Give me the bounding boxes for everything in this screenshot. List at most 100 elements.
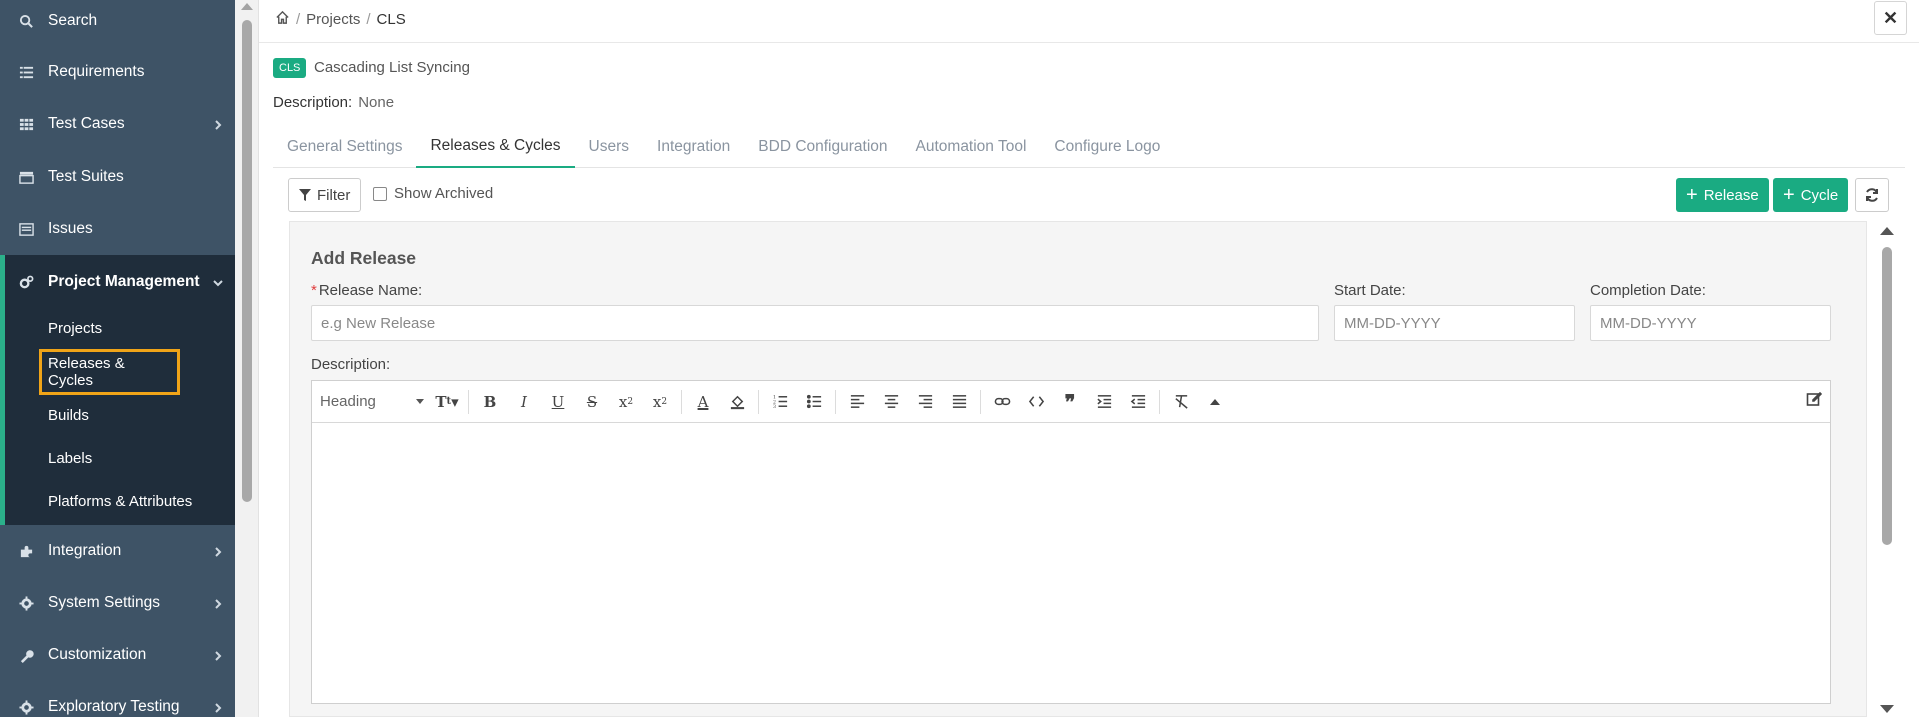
caret-down-icon <box>416 399 424 404</box>
breadcrumb-projects[interactable]: Projects <box>306 11 360 28</box>
release-name-label: * Release Name: <box>311 282 423 299</box>
grid-icon <box>18 116 34 132</box>
scrollbar-thumb[interactable] <box>242 20 252 502</box>
tab-general-settings[interactable]: General Settings <box>273 126 416 168</box>
scrollbar-thumb[interactable] <box>1882 247 1892 545</box>
completion-date-input[interactable]: MM-DD-YYYY <box>1590 305 1831 341</box>
sidebar-item-test-suites[interactable]: Test Suites <box>0 157 235 197</box>
outdent-icon[interactable] <box>1121 387 1155 417</box>
divider <box>259 42 1919 43</box>
blockquote-icon[interactable]: ❞ <box>1053 387 1087 417</box>
add-cycle-button[interactable]: + Cycle <box>1773 178 1849 212</box>
scroll-up-arrow[interactable] <box>1880 227 1894 235</box>
sidebar-item-test-cases[interactable]: Test Cases <box>0 104 235 144</box>
collapse-toolbar-icon[interactable] <box>1198 387 1232 417</box>
issues-icon <box>18 221 34 237</box>
clear-format-icon[interactable] <box>1164 387 1198 417</box>
bold-icon[interactable]: B <box>473 387 507 417</box>
font-size-icon[interactable]: Tt ▾ <box>430 387 464 417</box>
project-badge: CLS <box>273 58 307 78</box>
wrench-icon <box>18 647 34 663</box>
sidebar-item-issues[interactable]: Issues <box>0 209 235 249</box>
underline-icon[interactable]: U <box>541 387 575 417</box>
superscript-icon[interactable]: x2 <box>609 387 643 417</box>
submenu-item-builds[interactable]: Builds <box>48 407 89 424</box>
search-icon <box>18 13 34 29</box>
text-color-icon[interactable]: A <box>686 387 720 417</box>
sidebar-item-label: System Settings <box>48 594 160 611</box>
close-icon: ✕ <box>1882 7 1899 28</box>
completion-date-label: Completion Date: <box>1590 282 1706 299</box>
tab-configure-logo[interactable]: Configure Logo <box>1040 126 1174 168</box>
align-center-icon[interactable] <box>874 387 908 417</box>
chevron-right-icon <box>213 648 225 661</box>
submenu-item-labels[interactable]: Labels <box>48 450 92 467</box>
refresh-button[interactable] <box>1855 178 1889 212</box>
sidebar-item-system-settings[interactable]: System Settings <box>0 583 235 623</box>
show-archived-toggle[interactable]: Show Archived <box>373 185 493 202</box>
close-button[interactable]: ✕ <box>1874 1 1907 35</box>
sidebar-item-search[interactable]: Search <box>0 1 235 41</box>
sidebar-item-exploratory-testing[interactable]: Exploratory Testing <box>0 687 235 717</box>
refresh-icon <box>1866 188 1878 202</box>
edit-source-icon[interactable] <box>1806 391 1823 411</box>
show-archived-checkbox[interactable] <box>373 186 387 201</box>
unordered-list-icon[interactable] <box>797 387 831 417</box>
start-date-label: Start Date: <box>1334 282 1406 299</box>
show-archived-label: Show Archived <box>394 185 494 202</box>
add-release-button[interactable]: + Release <box>1676 178 1769 212</box>
link-icon[interactable] <box>985 387 1019 417</box>
sidebar-item-label: Customization <box>48 646 147 663</box>
settings-tabs: General Settings Releases & Cycles Users… <box>273 126 1905 168</box>
sidebar-item-customization[interactable]: Customization <box>0 635 235 675</box>
scroll-down-arrow[interactable] <box>1880 705 1894 713</box>
sidebar-scrollbar[interactable] <box>235 0 259 717</box>
start-date-input[interactable]: MM-DD-YYYY <box>1334 305 1575 341</box>
breadcrumb: / Projects / CLS <box>275 10 406 29</box>
main-content: / Projects / CLS ✕ CLS Cascading List Sy… <box>259 0 1919 717</box>
chevron-right-icon <box>213 700 225 713</box>
sidebar-item-requirements[interactable]: Requirements <box>0 52 235 92</box>
strikethrough-icon[interactable]: S <box>575 387 609 417</box>
filter-button[interactable]: Filter <box>288 178 362 212</box>
indent-icon[interactable] <box>1087 387 1121 417</box>
ordered-list-icon[interactable]: 123 <box>763 387 797 417</box>
italic-icon[interactable]: I <box>507 387 541 417</box>
main-scrollbar[interactable] <box>1871 221 1903 717</box>
subscript-icon[interactable]: x2 <box>643 387 677 417</box>
tab-releases-cycles[interactable]: Releases & Cycles <box>416 126 575 168</box>
align-justify-icon[interactable] <box>942 387 976 417</box>
background-color-icon[interactable] <box>720 387 754 417</box>
align-left-icon[interactable] <box>840 387 874 417</box>
tab-bdd-configuration[interactable]: BDD Configuration <box>744 126 901 168</box>
gear-icon <box>18 699 34 715</box>
sidebar-item-label: Integration <box>48 542 122 559</box>
plus-icon: + <box>1686 184 1698 206</box>
heading-select[interactable]: Heading <box>320 393 430 410</box>
panel-title: Add Release <box>311 248 417 268</box>
tab-automation-tool[interactable]: Automation Tool <box>902 126 1041 168</box>
add-release-panel: Add Release * Release Name: e.g New Relea… <box>289 221 1867 717</box>
home-icon[interactable] <box>275 10 290 29</box>
list-icon <box>18 64 34 80</box>
project-description: Description: None <box>273 94 394 111</box>
code-icon[interactable] <box>1019 387 1053 417</box>
submenu-item-releases-cycles[interactable]: Releases & Cycles <box>39 349 180 395</box>
gears-icon <box>18 274 34 290</box>
tab-users[interactable]: Users <box>575 126 643 168</box>
submenu-item-projects[interactable]: Projects <box>48 320 102 337</box>
sidebar-item-integration[interactable]: Integration <box>0 531 235 571</box>
plus-icon: + <box>1783 184 1795 206</box>
svg-text:3: 3 <box>772 404 775 410</box>
submenu-item-platforms-attributes[interactable]: Platforms & Attributes <box>48 493 192 510</box>
sidebar-item-label: Project Management <box>48 273 200 290</box>
project-name: Cascading List Syncing <box>314 59 470 76</box>
tab-integration[interactable]: Integration <box>643 126 744 168</box>
release-name-input[interactable]: e.g New Release <box>311 305 1319 341</box>
scroll-up-arrow[interactable] <box>241 3 253 10</box>
sidebar-item-project-management[interactable]: Project Management <box>0 262 235 302</box>
sidebar-item-label: Search <box>48 12 98 29</box>
align-right-icon[interactable] <box>908 387 942 417</box>
sidebar-item-label: Requirements <box>48 63 145 80</box>
puzzle-icon <box>18 543 34 559</box>
